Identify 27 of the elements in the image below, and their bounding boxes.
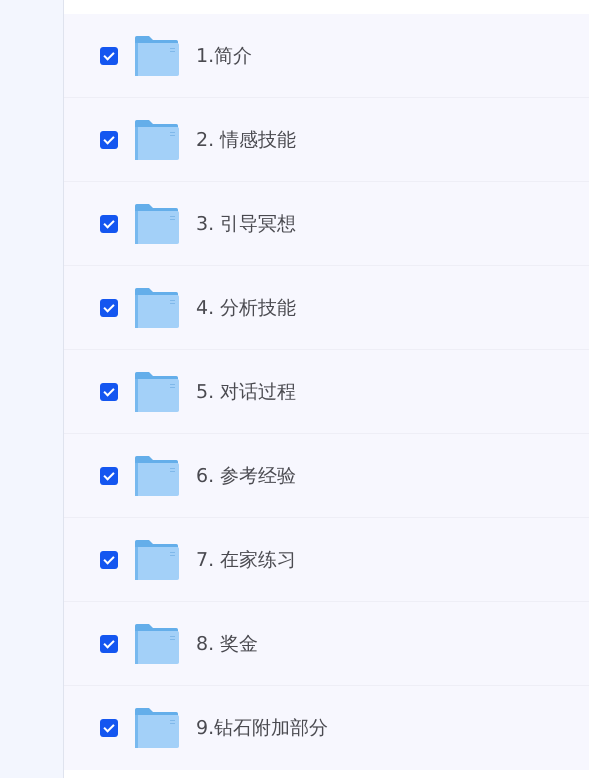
checkbox[interactable] bbox=[100, 550, 118, 568]
folder-name[interactable]: 1.简介 bbox=[196, 42, 252, 68]
folder-icon bbox=[135, 36, 179, 76]
checkbox[interactable] bbox=[100, 214, 118, 232]
folder-icon bbox=[135, 372, 179, 412]
folder-icon bbox=[135, 288, 179, 328]
checkbox[interactable] bbox=[100, 718, 118, 736]
folder-name[interactable]: 4. 分析技能 bbox=[196, 294, 296, 320]
folder-icon bbox=[135, 120, 179, 160]
checkbox[interactable] bbox=[100, 298, 118, 316]
folder-name[interactable]: 2. 情感技能 bbox=[196, 126, 296, 152]
checkbox[interactable] bbox=[100, 130, 118, 148]
folder-name[interactable]: 8. 奖金 bbox=[196, 630, 258, 656]
folder-icon bbox=[135, 204, 179, 244]
folder-name[interactable]: 6. 参考经验 bbox=[196, 462, 296, 488]
folder-icon bbox=[135, 456, 179, 496]
folder-name[interactable]: 5. 对话过程 bbox=[196, 378, 296, 404]
folder-name[interactable]: 7. 在家练习 bbox=[196, 546, 296, 572]
folder-name[interactable]: 3. 引导冥想 bbox=[196, 210, 296, 236]
folder-name[interactable]: 9.钻石附加部分 bbox=[196, 714, 328, 740]
checkbox[interactable] bbox=[100, 46, 118, 64]
folder-icon bbox=[135, 624, 179, 664]
folder-icon bbox=[135, 708, 179, 748]
folder-icon bbox=[135, 540, 179, 580]
checkbox[interactable] bbox=[100, 466, 118, 484]
checkbox[interactable] bbox=[100, 634, 118, 652]
checkbox[interactable] bbox=[100, 382, 118, 400]
